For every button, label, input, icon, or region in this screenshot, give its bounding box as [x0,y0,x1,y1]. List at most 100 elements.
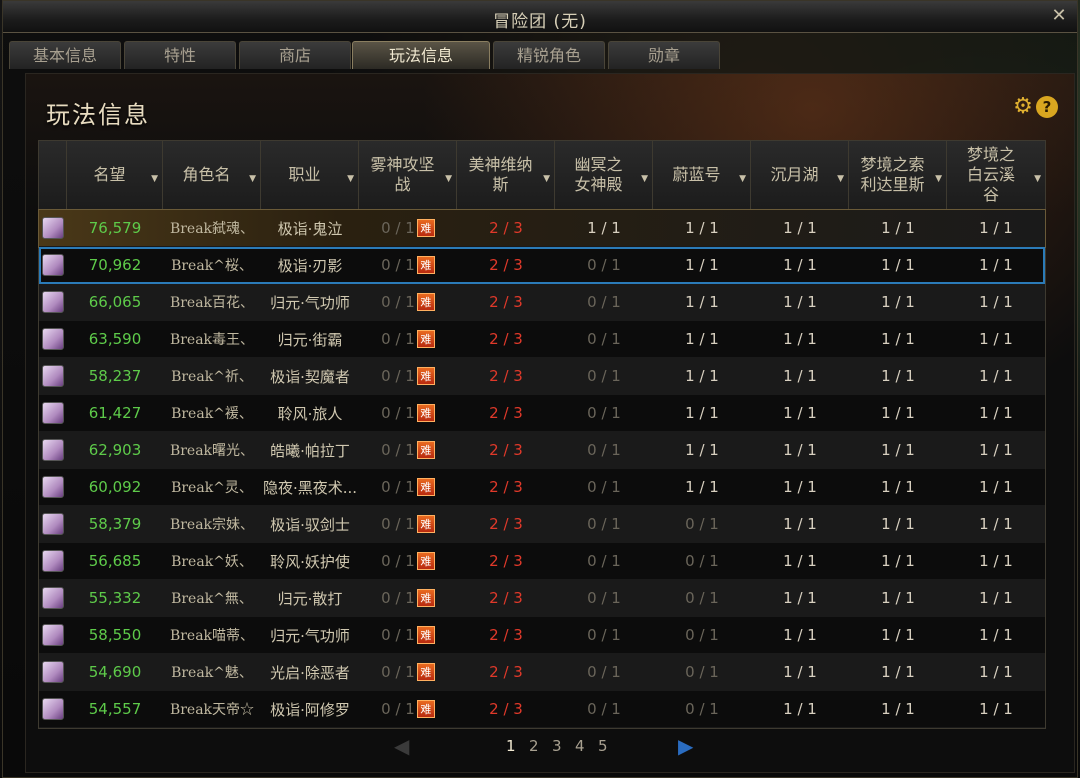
class-cell: 极诣·阿修罗 [270,700,350,719]
dungeon-1-cell: 0 / 1难 [359,432,457,468]
table-row[interactable]: 60,092 Break^灵、 隐夜·黑夜术... 0 / 1难2 / 30 / 11… [39,469,1045,506]
page-3[interactable]: 3 [552,737,562,755]
dungeon-1-cell: 0 / 1难 [359,284,457,320]
header-label: 梦境之索利达里斯 [860,155,925,194]
table-row[interactable]: 63,590 Break毒王、 归元·街霸 0 / 1难2 / 30 / 11 / 1… [39,321,1045,358]
dungeon-6-cell: 1 / 1 [881,700,915,718]
tab-traits[interactable]: 特性 [124,41,236,69]
header-dungeon-2[interactable]: 美神维纳斯 ▼ [457,141,555,209]
header-dungeon-4[interactable]: 蔚蓝号 ▼ [653,141,751,209]
page-2[interactable]: 2 [529,737,539,755]
dungeon-4-cell: 0 / 1 [685,663,719,681]
gameplay-table: 名望 ▼ 角色名 ▼ 职业 ▼ 雾神攻坚战 ▼ 美神维纳斯 ▼ 幽冥之女神殿 ▼ 蔚蓝号 ▼ … [38,140,1046,729]
dungeon-5-cell: 1 / 1 [783,256,817,274]
header-dungeon-6[interactable]: 梦境之索利达里斯 ▼ [849,141,947,209]
dungeon-3-cell: 0 / 1 [587,626,621,644]
dungeon-5-cell: 1 / 1 [783,293,817,311]
dungeon-2-cell: 2 / 3 [489,552,523,570]
dungeon-5-cell: 1 / 1 [783,589,817,607]
dungeon-6-cell: 1 / 1 [881,552,915,570]
tab-medals[interactable]: 勋章 [608,41,720,69]
help-icon[interactable]: ? [1036,96,1058,118]
page-5[interactable]: 5 [598,737,608,755]
table-row[interactable]: 70,962 Break^桜、 极诣·刃影 0 / 1难2 / 30 / 11 / 1… [39,247,1045,284]
dungeon-4-cell: 0 / 1 [685,700,719,718]
table-row[interactable]: 66,065 Break百花、 归元·气功师 0 / 1难2 / 30 / 11 / … [39,284,1045,321]
prev-page-icon[interactable]: ◀ [394,734,409,758]
progress-value: 0 / 1 [381,293,415,311]
table-header: 名望 ▼ 角色名 ▼ 职业 ▼ 雾神攻坚战 ▼ 美神维纳斯 ▼ 幽冥之女神殿 ▼ 蔚蓝号 ▼ … [39,141,1045,210]
class-cell: 归元·街霸 [277,330,343,349]
table-row[interactable]: 55,332 Break^無、 归元·散打 0 / 1难2 / 30 / 10 / 1… [39,580,1045,617]
table-row[interactable]: 58,237 Break^祈、 极诣·契魔者 0 / 1难2 / 30 / 11 / … [39,358,1045,395]
avatar [42,291,64,313]
page-4[interactable]: 4 [575,737,585,755]
character-name-cell: Break弑魂、 [169,221,255,237]
header-dungeon-1[interactable]: 雾神攻坚战 ▼ [359,141,457,209]
dungeon-4-cell: 0 / 1 [685,515,719,533]
dungeon-3-cell: 0 / 1 [587,515,621,533]
dungeon-2-cell: 2 / 3 [489,256,523,274]
header-dungeon-3[interactable]: 幽冥之女神殿 ▼ [555,141,653,209]
reputation-cell: 58,379 [88,515,142,533]
dungeon-7-cell: 1 / 1 [979,293,1013,311]
next-page-icon[interactable]: ▶ [678,734,693,758]
tab-elite-characters[interactable]: 精锐角色 [493,41,605,69]
table-row[interactable]: 58,550 Break喵蒂、 归元·气功师 0 / 1难2 / 30 / 10 / … [39,617,1045,654]
header-dungeon-5[interactable]: 沉月湖 ▼ [751,141,849,209]
gear-icon[interactable]: ⚙ [1012,96,1034,118]
dungeon-5-cell: 1 / 1 [783,367,817,385]
window-titlebar[interactable]: 冒险团 (无) ✕ [3,1,1077,33]
dungeon-5-cell: 1 / 1 [783,404,817,422]
tab-shop[interactable]: 商店 [239,41,351,69]
dungeon-3-cell: 0 / 1 [587,256,621,274]
character-name-cell: Break^灵、 [171,480,253,496]
reputation-cell: 56,685 [88,552,142,570]
dungeon-2-cell: 2 / 3 [489,515,523,533]
dungeon-6-cell: 1 / 1 [881,404,915,422]
table-row[interactable]: 62,903 Break曙光、 皓曦·帕拉丁 0 / 1难2 / 30 / 11 / … [39,432,1045,469]
close-icon[interactable]: ✕ [1049,6,1069,26]
class-cell: 极诣·刃影 [277,256,343,275]
table-row[interactable]: 61,427 Break^褑、 聆风·旅人 0 / 1难2 / 30 / 11 / 1… [39,395,1045,432]
dungeon-5-cell: 1 / 1 [783,626,817,644]
header-dungeon-7[interactable]: 梦境之白云溪谷 ▼ [947,141,1045,209]
hard-badge: 难 [416,478,435,496]
adventure-team-window: 冒险团 (无) ✕ 基本信息 特性 商店 玩法信息 精锐角色 勋章 玩法信息 ⚙… [2,0,1078,778]
dungeon-7-cell: 1 / 1 [979,700,1013,718]
dungeon-2-cell: 2 / 3 [489,700,523,718]
dungeon-7-cell: 1 / 1 [979,330,1013,348]
reputation-cell: 76,579 [88,219,142,237]
dungeon-4-cell: 1 / 1 [685,219,719,237]
table-row[interactable]: 76,579 Break弑魂、 极诣·鬼泣 0 / 1难 2 / 3 1 / 1 1 / 1… [38,209,1046,248]
dungeon-7-cell: 1 / 1 [979,626,1013,644]
page-1[interactable]: 1 [506,737,516,755]
class-cell: 聆风·旅人 [277,404,343,423]
dungeon-7-cell: 1 / 1 [979,663,1013,681]
sort-arrow-icon: ▼ [347,174,354,184]
dungeon-5-cell: 1 / 1 [783,330,817,348]
dungeon-7-cell: 1 / 1 [979,404,1013,422]
avatar-cell [39,617,67,653]
dungeon-7-cell: 1 / 1 [979,256,1013,274]
table-row[interactable]: 56,685 Break^妖、 聆风·妖护使 0 / 1难2 / 30 / 10 / … [39,543,1045,580]
header-reputation[interactable]: 名望 ▼ [67,141,163,209]
dungeon-1-cell: 0 / 1难 [359,691,457,727]
dungeon-1-cell: 0 / 1难 [359,580,457,616]
tab-gameplay-info[interactable]: 玩法信息 [352,41,490,69]
tab-basic-info[interactable]: 基本信息 [9,41,121,69]
dungeon-1-cell: 0 / 1难 [359,247,457,283]
avatar-cell [39,654,67,690]
dungeon-3-cell: 0 / 1 [587,293,621,311]
table-row[interactable]: 54,557 Break天帝☆ 极诣·阿修罗 0 / 1难2 / 30 / 10 / … [39,691,1045,728]
character-name-cell: Break天帝☆ [169,702,255,718]
avatar [42,402,64,424]
header-label: 幽冥之女神殿 [574,155,623,194]
dungeon-4-cell: 1 / 1 [685,330,719,348]
table-row[interactable]: 54,690 Break^魅、 光启·除恶者 0 / 1难2 / 30 / 10 / … [39,654,1045,691]
header-class[interactable]: 职业 ▼ [261,141,359,209]
dungeon-3-cell: 0 / 1 [587,552,621,570]
hard-badge: 难 [416,589,435,607]
table-row[interactable]: 58,379 Break宗妹、 极诣·驭剑士 0 / 1难2 / 30 / 10 / … [39,506,1045,543]
header-character-name[interactable]: 角色名 ▼ [163,141,261,209]
